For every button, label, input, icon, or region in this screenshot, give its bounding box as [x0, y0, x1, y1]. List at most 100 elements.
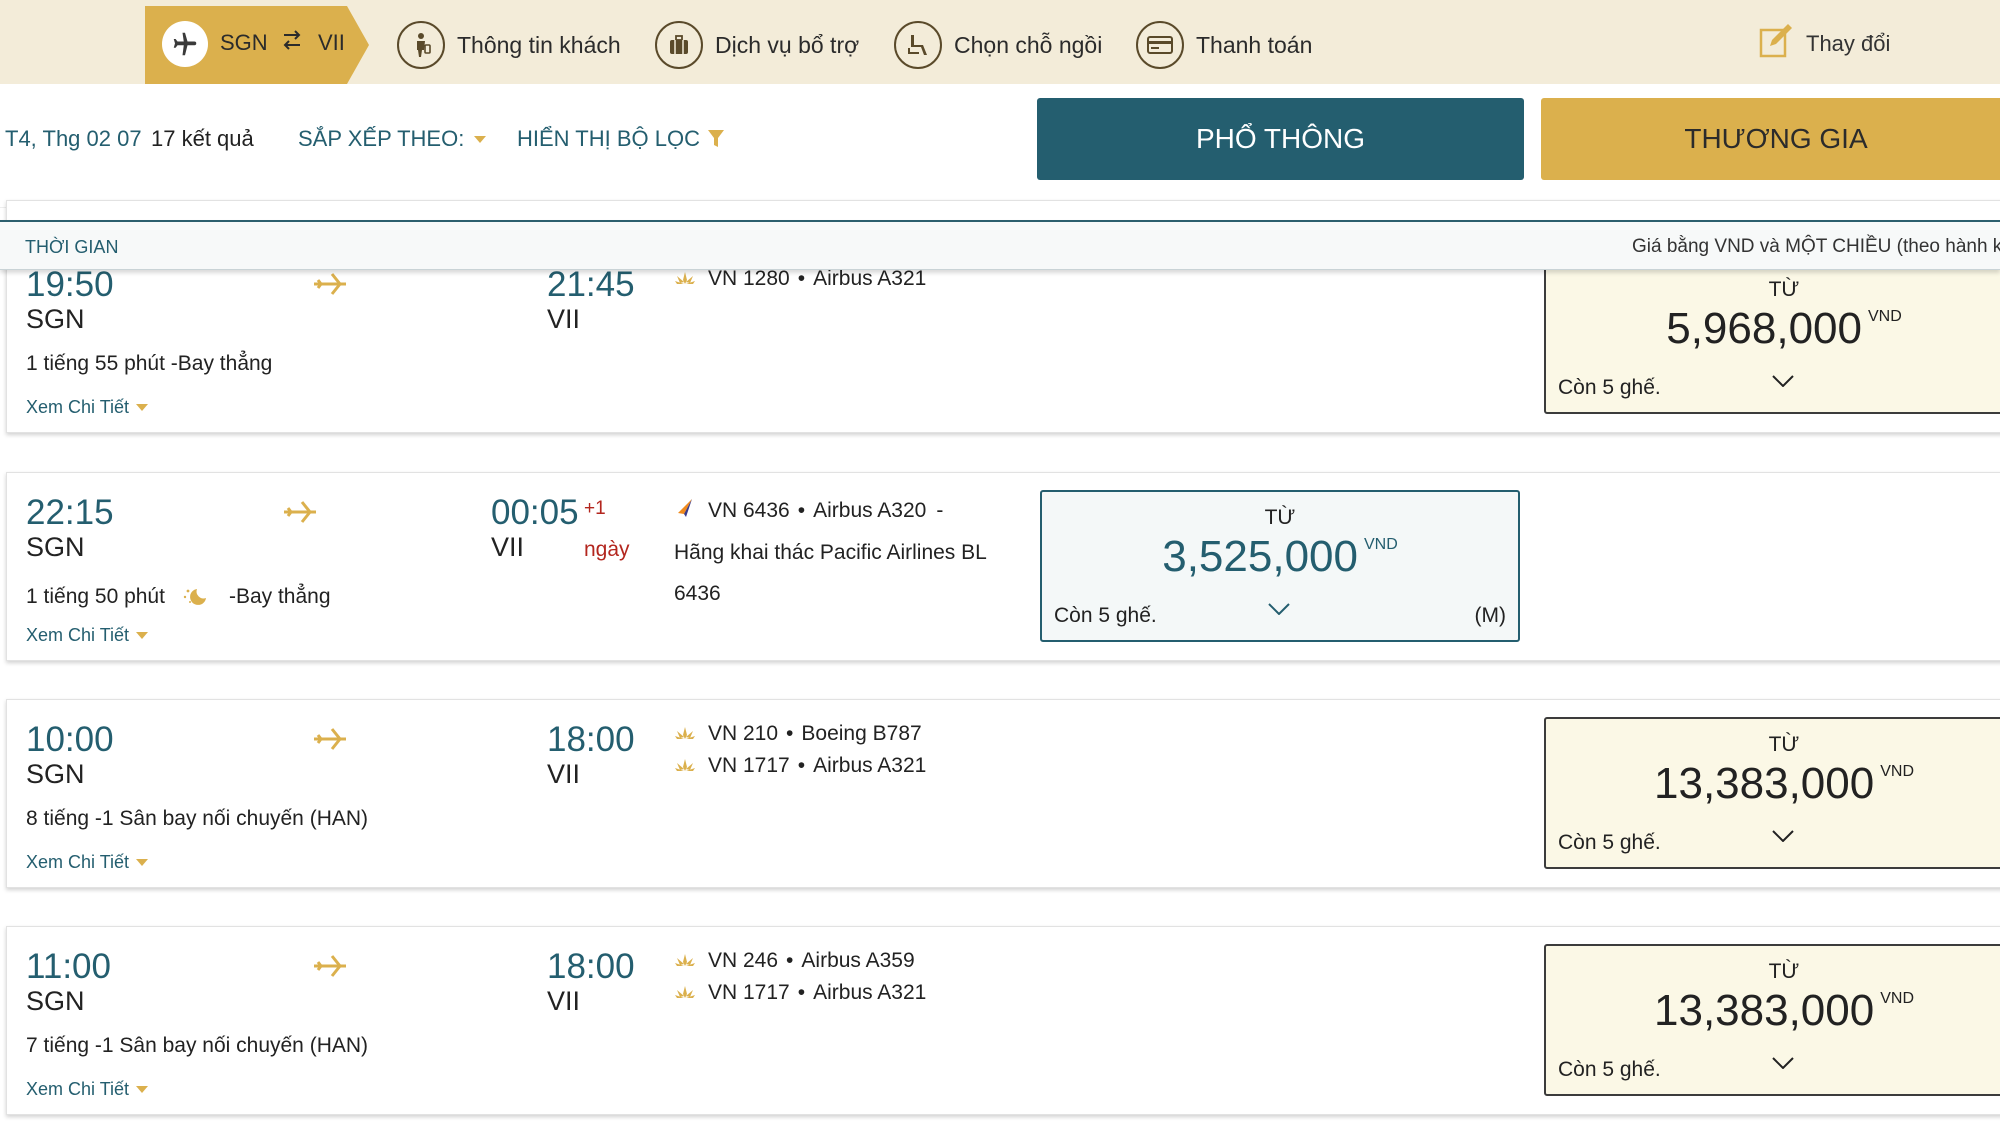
flight-segment: VN 1280 • Airbus A321: [674, 267, 926, 291]
aircraft-type: Airbus A320: [813, 499, 927, 522]
step-passenger-info[interactable]: Thông tin khách: [397, 20, 621, 70]
flight-segment: VN 246 • Airbus A359: [674, 949, 915, 973]
flight-duration: 1 tiếng 55 phút -Bay thẳng: [26, 352, 273, 375]
arrival-time: 00:05: [491, 493, 579, 532]
view-details-label: Xem Chi Tiết: [26, 852, 130, 872]
step-ancillary[interactable]: Dịch vụ bổ trợ: [655, 20, 859, 70]
fare-amount: 3,525,000 VND: [1042, 532, 1518, 582]
business-fare-box[interactable]: TỪ 13,383,000VND Còn 5 ghế. (J: [1544, 944, 2000, 1096]
show-filters-button[interactable]: HIỂN THỊ BỘ LỌC: [517, 126, 724, 152]
flight-duration: 7 tiếng -1 Sân bay nối chuyến (HAN): [26, 1034, 369, 1057]
view-details-label: Xem Chi Tiết: [26, 625, 130, 645]
price-note: Giá bằng VND và MỘT CHIỀU (theo hành khá: [1632, 236, 2000, 257]
flight-number: VN 6436: [708, 499, 790, 522]
view-details-link[interactable]: Xem Chi Tiết: [26, 1079, 149, 1100]
seats-left: Còn 5 ghế.: [1558, 1058, 1661, 1081]
separator-dot: •: [797, 499, 806, 522]
view-details-link[interactable]: Xem Chi Tiết: [26, 852, 149, 873]
chevron-down-icon: [136, 1086, 149, 1093]
fare-currency: VND: [1867, 308, 1902, 325]
flight-duration: 8 tiếng -1 Sân bay nối chuyến (HAN): [26, 807, 369, 830]
separator-dot: •: [786, 722, 794, 745]
economy-fare-box[interactable]: TỪ 3,525,000 VND Còn 5 ghế. (M): [1040, 490, 1520, 642]
chevron-down-icon[interactable]: [1772, 1056, 1794, 1074]
flight-card[interactable]: 22:15 SGN 00:05 +1 VII ngày 1 tiếng 50 p…: [6, 472, 2000, 661]
flight-card[interactable]: 10:00 SGN 18:00 VII 8 tiếng -1 Sân bay n…: [6, 699, 2000, 888]
tab-economy[interactable]: PHỔ THÔNG: [1037, 98, 1524, 180]
arrival-time: 21:45: [547, 265, 635, 304]
chevron-down-icon[interactable]: [1772, 374, 1794, 392]
arrival-time: 18:00: [547, 947, 635, 986]
fare-value: 13,383,000: [1654, 759, 1875, 808]
flight-card[interactable]: 11:00 SGN 18:00 VII 7 tiếng -1 Sân bay n…: [6, 926, 2000, 1115]
airline-lotus-logo: [674, 949, 696, 973]
departure-time: 19:50: [26, 265, 114, 304]
step-seat-selection[interactable]: Chọn chỗ ngồi: [894, 20, 1102, 70]
credit-card-icon: [1136, 21, 1184, 69]
flight-number: VN 1280: [708, 267, 790, 290]
departure-airport: SGN: [26, 304, 85, 334]
airline-lotus-logo: [674, 981, 696, 1005]
seats-left: Còn 5 ghế.: [1558, 376, 1661, 399]
fare-currency: VND: [1880, 763, 1914, 780]
airline-lotus-logo: [674, 754, 696, 778]
flight-number: VN 210: [708, 722, 779, 745]
airline-lotus-logo: [674, 267, 696, 291]
chevron-down-icon: [474, 135, 487, 143]
fare-from-label: TỪ: [1768, 278, 1800, 301]
tab-business[interactable]: THƯƠNG GIA: [1541, 98, 2000, 180]
flight-number: VN 246: [708, 949, 779, 972]
step-label: Thanh toán: [1196, 31, 1313, 58]
view-details-link[interactable]: Xem Chi Tiết: [26, 625, 149, 646]
arrival-airport: VII: [547, 759, 581, 789]
airplane-icon: [312, 271, 348, 302]
aircraft-type: Airbus A359: [801, 949, 915, 972]
view-details-label: Xem Chi Tiết: [26, 397, 130, 417]
airplane-icon: [312, 953, 348, 984]
fare-class: (M): [1474, 604, 1506, 627]
seat-icon: [894, 21, 942, 69]
arrival-airport: VII: [547, 304, 581, 334]
flight-duration: 1 tiếng 50 phút -Bay thẳng: [26, 585, 331, 609]
change-search-button[interactable]: Thay đổi: [1758, 22, 1890, 65]
airplane-icon: [312, 726, 348, 757]
fare-value: 5,968,000: [1666, 304, 1862, 353]
fare-amount: 13,383,000 VND: [1546, 759, 2000, 809]
departure-time: 11:00: [26, 947, 111, 986]
aircraft-type: Boeing B787: [801, 722, 922, 745]
fare-from-label: TỪ: [1264, 506, 1296, 529]
fare-currency: VND: [1880, 990, 1914, 1007]
time-column-label: THỜI GIAN: [25, 237, 119, 257]
seats-left: Còn 5 ghế.: [1054, 604, 1157, 627]
separator-dot: •: [797, 267, 806, 290]
arrival-time: 18:00: [547, 720, 635, 759]
operator-flight-number: 6436: [674, 582, 721, 605]
chevron-down-icon[interactable]: [1772, 829, 1794, 847]
separator-dot: •: [786, 949, 794, 972]
business-fare-box[interactable]: TỪ 13,383,000VND Còn 5 ghế. (J: [1544, 717, 2000, 869]
next-day-word: ngày: [584, 538, 630, 561]
selected-date[interactable]: T4, Thg 02 07: [5, 126, 142, 152]
business-fare-box[interactable]: TỪ 5,968,000VND Còn 5 ghế. (J: [1544, 262, 2000, 414]
aircraft-type: Airbus A321: [813, 754, 927, 777]
change-label: Thay đổi: [1806, 30, 1891, 56]
sort-dropdown[interactable]: SẮP XẾP THEO:: [298, 126, 487, 152]
operator-info: Hãng khai thác Pacific Airlines BL 6436: [674, 532, 987, 614]
step-payment[interactable]: Thanh toán: [1136, 20, 1312, 70]
fare-amount: 5,968,000 VND: [1546, 304, 2000, 354]
sort-label: SẮP XẾP THEO:: [298, 126, 465, 151]
view-details-link[interactable]: Xem Chi Tiết: [26, 397, 149, 418]
result-count: 17 kết quả: [151, 126, 254, 151]
filter-label: HIỂN THỊ BỘ LỌC: [517, 126, 700, 151]
separator-dot: •: [797, 981, 806, 1004]
fare-from-label: TỪ: [1768, 733, 1800, 756]
night-flight-icon: [181, 586, 211, 608]
flight-number: VN 1717: [708, 754, 790, 777]
route-destination: VII: [318, 30, 345, 55]
airplane-icon: [282, 499, 318, 530]
swap-icon: [281, 28, 303, 58]
step-label: Chọn chỗ ngồi: [954, 31, 1103, 58]
chevron-down-icon[interactable]: [1268, 602, 1290, 620]
next-day-indicator: +1: [584, 498, 606, 519]
airplane-icon: [162, 21, 208, 67]
